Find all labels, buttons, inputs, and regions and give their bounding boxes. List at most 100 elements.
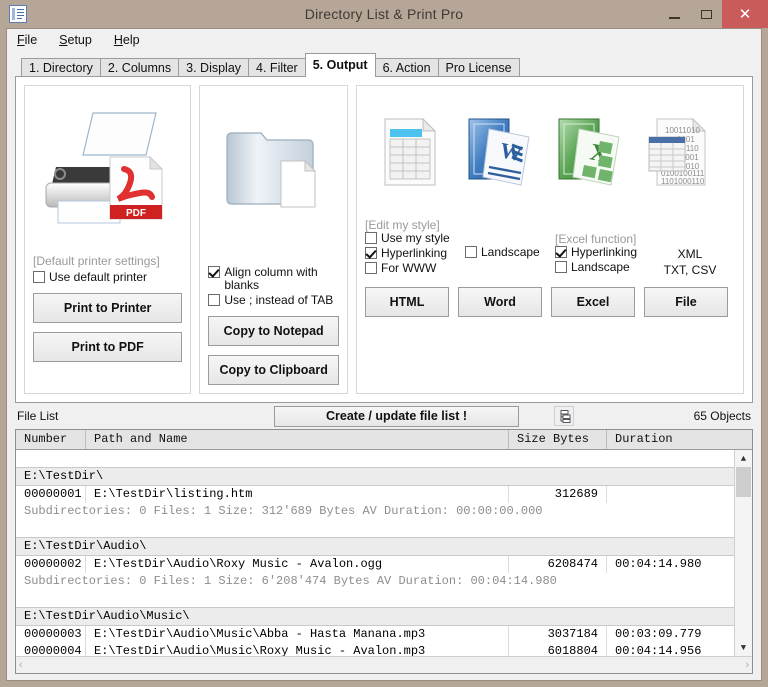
scroll-thumb[interactable]: [736, 467, 751, 497]
file-format-xml: XML: [677, 247, 703, 261]
application-window: Directory List & Print Pro ✕ File Setup …: [0, 0, 768, 687]
row-path: E:\TestDir\Audio\Music\Roxy Music - Aval…: [86, 643, 509, 656]
scroll-track[interactable]: [735, 467, 752, 639]
maximize-button[interactable]: [690, 0, 722, 28]
checkbox-excel-landscape[interactable]: Landscape: [555, 261, 645, 274]
table-row[interactable]: E:\TestDir\Audio\Music\: [16, 607, 752, 626]
row-number: 00000004: [16, 643, 86, 656]
checkbox-semicolon-instead-of-tab[interactable]: Use ; instead of TAB: [208, 294, 339, 307]
tree-hierarchy-icon[interactable]: [554, 406, 574, 426]
row-path: E:\TestDir\Audio\Roxy Music - Avalon.ogg: [86, 556, 509, 573]
table-row[interactable]: 00000001 E:\TestDir\listing.htm 312689: [16, 486, 752, 503]
export-group: W X 10011010 0101 00110 11001 00010 0100…: [356, 85, 744, 394]
excel-spreadsheet-icon: X: [545, 115, 635, 194]
table-summary-row: Subdirectories: 0 Files: 1 Size: 6'208'4…: [16, 573, 752, 590]
excel-options: [Excel function] Hyperlinking Landscape: [555, 218, 645, 278]
checkbox-use-my-style[interactable]: Use my style: [365, 232, 465, 245]
row-number: 00000001: [16, 486, 86, 503]
scroll-down-button[interactable]: ▼: [735, 639, 752, 656]
menu-item-setup[interactable]: Setup: [59, 33, 92, 47]
file-button[interactable]: File: [644, 287, 728, 317]
word-button[interactable]: Word: [458, 287, 542, 317]
tab-action[interactable]: 6. Action: [374, 58, 439, 77]
checkbox-label: Align column with blanks: [224, 265, 318, 292]
export-icon-row: W X 10011010 0101 00110 11001 00010 0100…: [365, 94, 735, 214]
word-document-icon: W: [455, 115, 545, 194]
tab-output[interactable]: 5. Output: [304, 53, 376, 77]
checkbox-label: Landscape: [481, 245, 540, 259]
table-body[interactable]: E:\TestDir\ 00000001 E:\TestDir\listing.…: [16, 450, 752, 656]
create-update-file-list-button[interactable]: Create / update file list !: [274, 405, 519, 427]
table-row[interactable]: 00000004 E:\TestDir\Audio\Music\Roxy Mus…: [16, 643, 752, 656]
print-group: PDF [Default printer settings] Use defau…: [24, 85, 192, 394]
copy-to-clipboard-button[interactable]: Copy to Clipboard: [208, 355, 339, 385]
file-format-txt-csv: TXT, CSV: [663, 263, 717, 277]
file-list-bar: File List Create / update file list ! 65…: [7, 403, 761, 429]
word-options: Landscape: [465, 218, 555, 278]
html-button[interactable]: HTML: [365, 287, 449, 317]
checkbox-label: For WWW: [381, 261, 437, 275]
output-tab-page: PDF [Default printer settings] Use defau…: [15, 76, 753, 403]
client-area: File Setup Help 1. Directory 2. Columns …: [6, 28, 762, 681]
row-duration: 00:04:14.980: [615, 557, 702, 571]
table-spacer: [16, 450, 752, 467]
summary-text: Subdirectories: 0 Files: 1 Size: 6'208'4…: [24, 574, 557, 588]
copy-group: Align column with blanks Use ; instead o…: [199, 85, 348, 394]
tab-filter[interactable]: 4. Filter: [248, 58, 306, 77]
checkbox-html-hyperlinking[interactable]: Hyperlinking: [365, 247, 465, 260]
table-row[interactable]: 00000002 E:\TestDir\Audio\Roxy Music - A…: [16, 556, 752, 573]
checkbox-align-column[interactable]: Align column with blanks: [208, 266, 339, 292]
status-gap: [7, 674, 761, 680]
minimize-button[interactable]: [658, 0, 690, 28]
checkbox-box: [365, 262, 377, 274]
checkbox-label: Use default printer: [49, 270, 148, 284]
menu-bar: File Setup Help: [7, 29, 761, 51]
export-options-row: [Edit my style] Use my style Hyperlinkin…: [365, 218, 735, 278]
excel-button[interactable]: Excel: [551, 287, 635, 317]
print-to-pdf-button[interactable]: Print to PDF: [33, 332, 183, 362]
row-duration: 00:03:09.779: [615, 627, 702, 641]
vertical-scrollbar[interactable]: ▲ ▼: [734, 450, 752, 656]
edit-my-style-hint: [Edit my style]: [365, 218, 440, 232]
table-row[interactable]: E:\TestDir\Audio\: [16, 537, 752, 556]
menu-item-help[interactable]: Help: [114, 33, 140, 47]
checkbox-label: Hyperlinking: [571, 245, 638, 259]
column-header-duration[interactable]: Duration: [607, 430, 727, 449]
row-path: E:\TestDir\listing.htm: [86, 486, 509, 503]
row-number: 00000002: [16, 556, 86, 573]
checkbox-box: [365, 232, 377, 244]
checkbox-label: Landscape: [571, 260, 630, 274]
checkbox-box: [555, 261, 567, 273]
checkbox-word-landscape[interactable]: Landscape: [465, 246, 555, 259]
list-document-icon: [9, 5, 27, 23]
minimize-icon: [668, 16, 680, 19]
scroll-left-button[interactable]: ‹: [19, 659, 23, 671]
row-size: 3037184: [509, 626, 607, 643]
column-header-path[interactable]: Path and Name: [86, 430, 509, 449]
print-to-printer-button[interactable]: Print to Printer: [33, 293, 183, 323]
table-row[interactable]: 00000003 E:\TestDir\Audio\Music\Abba - H…: [16, 626, 752, 643]
close-button[interactable]: ✕: [722, 0, 768, 28]
tab-directory[interactable]: 1. Directory: [21, 58, 101, 77]
table-row[interactable]: E:\TestDir\: [16, 467, 752, 486]
tab-pro-license[interactable]: Pro License: [437, 58, 520, 77]
tab-display[interactable]: 3. Display: [178, 58, 250, 77]
scroll-right-button[interactable]: ›: [745, 659, 749, 671]
binary-file-icon: 10011010 0101 00110 11001 00010 01001001…: [635, 115, 725, 194]
tab-columns[interactable]: 2. Columns: [99, 58, 180, 77]
column-header-number[interactable]: Number: [16, 430, 86, 449]
checkbox-use-default-printer[interactable]: Use default printer: [33, 271, 182, 284]
row-duration: 00:04:14.956: [615, 644, 702, 656]
horizontal-scrollbar[interactable]: ‹ ›: [16, 656, 752, 673]
printer-pdf-icon: PDF: [33, 94, 182, 244]
checkbox-label: Use ; instead of TAB: [224, 293, 334, 307]
copy-to-notepad-button[interactable]: Copy to Notepad: [208, 316, 339, 346]
column-header-size[interactable]: Size Bytes: [509, 430, 607, 449]
checkbox-for-www[interactable]: For WWW: [365, 262, 465, 275]
checkbox-box: [33, 271, 45, 283]
scroll-up-button[interactable]: ▲: [735, 450, 752, 467]
directory-path: E:\TestDir\Audio\Music\: [24, 609, 190, 623]
checkbox-box: [208, 294, 221, 306]
checkbox-excel-hyperlinking[interactable]: Hyperlinking: [555, 246, 645, 259]
menu-item-file[interactable]: File: [17, 33, 37, 47]
